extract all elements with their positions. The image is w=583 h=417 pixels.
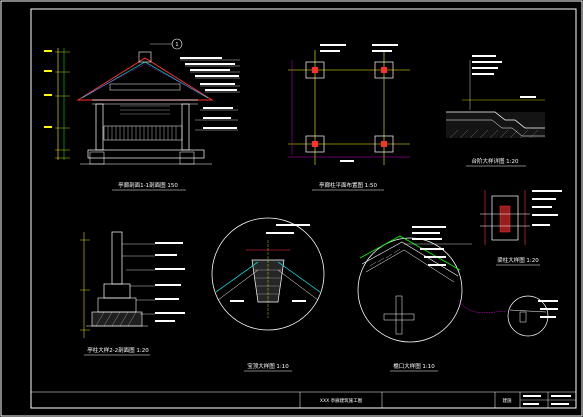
ridge-detail-drawing: 宝顶大样图 1:10 xyxy=(211,217,325,372)
joint-detail-caption: 梁柱大样图 1:20 xyxy=(497,256,539,264)
title-block: XXX 亭廊建筑施工图 建施 xyxy=(31,391,576,408)
small-detail-drawing xyxy=(507,295,558,337)
title-block-sheet-label: 建施 xyxy=(503,397,512,404)
elevation-section-drawing: 1 亭廊剖面1-1剖面图 150 xyxy=(44,38,240,191)
column-plan-drawing: 亭廊柱平面布置图 1:50 xyxy=(288,44,410,191)
eave-detail-caption: 檐口大样图 1:10 xyxy=(393,362,435,370)
ridge-detail-caption: 宝顶大样图 1:10 xyxy=(247,362,289,370)
section-marker-number: 1 xyxy=(175,42,178,48)
elevation-section-caption: 亭廊剖面1-1剖面图 150 xyxy=(118,181,178,189)
column-footing-drawing: 亭柱大样2-2剖面图 1:20 xyxy=(80,231,185,356)
column-plan-caption: 亭廊柱平面布置图 1:50 xyxy=(319,181,378,189)
column-footing-caption: 亭柱大样2-2剖面图 1:20 xyxy=(87,346,149,354)
eave-detail-drawing: 檐口大样图 1:10 xyxy=(357,226,507,372)
cad-drawing-sheet: 1 亭廊剖面1-1剖面图 150 亭廊柱平面布置图 1:50 台阶大样详图 1:… xyxy=(0,0,583,417)
joint-detail-drawing: 梁柱大样图 1:20 xyxy=(480,190,562,266)
step-detail-caption: 台阶大样详图 1:20 xyxy=(471,157,519,165)
title-block-project: XXX 亭廊建筑施工图 xyxy=(320,397,363,404)
step-detail-drawing: 台阶大样详图 1:20 xyxy=(446,55,545,167)
